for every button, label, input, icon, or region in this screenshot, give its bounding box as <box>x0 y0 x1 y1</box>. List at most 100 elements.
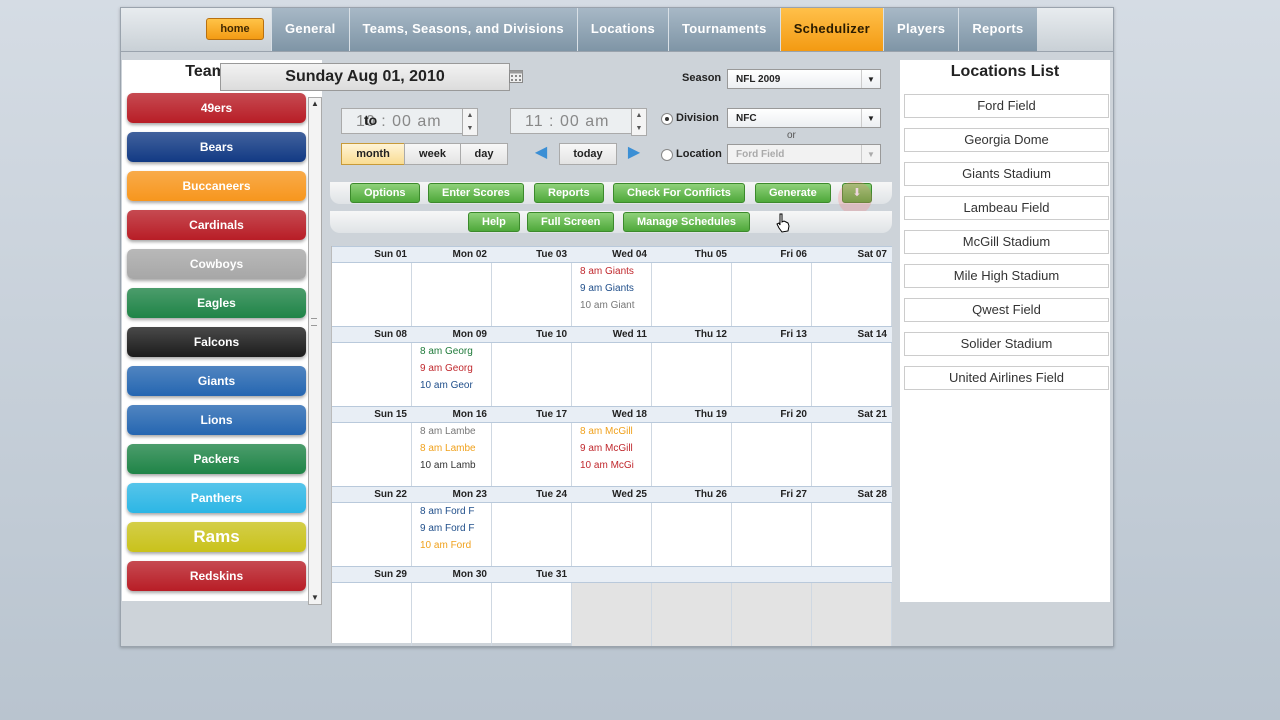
calendar-day-header[interactable]: Wed 04 <box>572 246 652 263</box>
team-rams-button[interactable]: Rams <box>127 522 306 552</box>
location-radio[interactable] <box>661 149 673 161</box>
calendar-day-cell[interactable] <box>412 583 492 646</box>
calendar-day-cell[interactable] <box>732 343 812 406</box>
scroll-down-icon[interactable]: ▼ <box>309 592 321 604</box>
season-select[interactable]: NFL 2009 ▼ <box>727 69 881 89</box>
calendar-day-cell[interactable] <box>732 583 812 646</box>
calendar-day-header[interactable]: Fri 13 <box>732 326 812 343</box>
calendar-day-header[interactable]: Sun 29 <box>332 566 412 583</box>
team-cowboys-button[interactable]: Cowboys <box>127 249 306 279</box>
location-item[interactable]: Lambeau Field <box>904 196 1109 220</box>
calendar-event[interactable]: 10 am Lamb <box>420 460 486 471</box>
calendar-event[interactable]: 9 am Ford F <box>420 523 486 534</box>
calendar-day-header[interactable]: Sat 14 <box>812 326 892 343</box>
tab-locations[interactable]: Locations <box>576 8 668 51</box>
end-time-spinner[interactable]: ▲ ▼ <box>631 108 647 136</box>
calendar-event[interactable]: 9 am Giants <box>580 283 646 294</box>
calendar-day-cell[interactable] <box>652 423 732 486</box>
team-bears-button[interactable]: Bears <box>127 132 306 162</box>
calendar-day-cell[interactable] <box>732 423 812 486</box>
calendar-day-cell[interactable] <box>652 343 732 406</box>
calendar-day-cell[interactable] <box>572 343 652 406</box>
team-buccaneers-button[interactable]: Buccaneers <box>127 171 306 201</box>
location-item[interactable]: Giants Stadium <box>904 162 1109 186</box>
end-time-field[interactable]: 11 : 00 am <box>510 108 636 134</box>
team-lions-button[interactable]: Lions <box>127 405 306 435</box>
prev-arrow-icon[interactable]: ◀ <box>533 145 549 161</box>
calendar-day-header[interactable]: Mon 30 <box>412 566 492 583</box>
team-giants-button[interactable]: Giants <box>127 366 306 396</box>
calendar-day-cell[interactable] <box>732 503 812 566</box>
team-falcons-button[interactable]: Falcons <box>127 327 306 357</box>
calendar-day-header[interactable]: Wed 25 <box>572 486 652 503</box>
team-list-scrollbar[interactable]: ▲ ▼ <box>308 97 322 605</box>
home-button[interactable]: home <box>206 18 264 40</box>
team-packers-button[interactable]: Packers <box>127 444 306 474</box>
calendar-event[interactable]: 8 am Lambe <box>420 426 486 437</box>
calendar-day-header[interactable]: Thu 12 <box>652 326 732 343</box>
calendar-day-header[interactable]: Wed 18 <box>572 406 652 423</box>
location-item[interactable]: United Airlines Field <box>904 366 1109 390</box>
calendar-day-header[interactable]: Thu 05 <box>652 246 732 263</box>
calendar-day-header[interactable]: Fri 20 <box>732 406 812 423</box>
calendar-event[interactable]: 8 am McGill <box>580 426 646 437</box>
calendar-day-header[interactable]: Fri 06 <box>732 246 812 263</box>
location-select[interactable]: Ford Field ▼ <box>727 144 881 164</box>
calendar-day-cell[interactable] <box>572 583 652 646</box>
calendar-day-header[interactable]: Tue 17 <box>492 406 572 423</box>
calendar-day-cell[interactable] <box>812 583 892 646</box>
tab-reports[interactable]: Reports <box>958 8 1037 51</box>
calendar-day-cell[interactable] <box>492 583 572 646</box>
calendar-day-cell[interactable] <box>732 263 812 326</box>
calendar-event[interactable]: 10 am Ford <box>420 540 486 551</box>
week-view-button[interactable]: week <box>404 143 461 165</box>
calendar-day-cell[interactable] <box>492 263 572 326</box>
calendar-day-cell[interactable] <box>812 503 892 566</box>
manage-schedules-button[interactable]: Manage Schedules <box>623 212 751 232</box>
day-view-button[interactable]: day <box>460 143 508 165</box>
calendar-day-header[interactable]: Mon 02 <box>412 246 492 263</box>
tab-schedulizer[interactable]: Schedulizer <box>779 8 883 51</box>
calendar-day-header[interactable]: Wed 11 <box>572 326 652 343</box>
calendar-event[interactable]: 8 am Lambe <box>420 443 486 454</box>
today-button[interactable]: today <box>559 143 617 165</box>
team-panthers-button[interactable]: Panthers <box>127 483 306 513</box>
calendar-day-header[interactable] <box>732 566 812 583</box>
calendar-day-header[interactable]: Fri 27 <box>732 486 812 503</box>
division-radio[interactable] <box>661 113 673 125</box>
month-view-button[interactable]: month <box>341 143 405 165</box>
location-item[interactable]: Qwest Field <box>904 298 1109 322</box>
enter-scores-button[interactable]: Enter Scores <box>428 183 524 203</box>
generate-button[interactable]: Generate <box>755 183 831 203</box>
calendar-event[interactable]: 8 am Ford F <box>420 506 486 517</box>
location-item[interactable]: Ford Field <box>904 94 1109 118</box>
calendar-day-cell[interactable] <box>652 263 732 326</box>
calendar-day-header[interactable]: Mon 23 <box>412 486 492 503</box>
calendar-day-cell[interactable] <box>492 503 572 566</box>
tab-players[interactable]: Players <box>882 8 959 51</box>
calendar-icon[interactable] <box>509 70 523 83</box>
calendar-day-cell[interactable] <box>492 343 572 406</box>
calendar-day-cell[interactable] <box>332 503 412 566</box>
calendar-day-cell[interactable] <box>812 423 892 486</box>
location-item[interactable]: McGill Stadium <box>904 230 1109 254</box>
calendar-day-cell[interactable] <box>652 503 732 566</box>
calendar-event[interactable]: 10 am Giant <box>580 300 646 311</box>
calendar-day-header[interactable]: Sat 28 <box>812 486 892 503</box>
tab-tournaments[interactable]: Tournaments <box>668 8 780 51</box>
full-screen-button[interactable]: Full Screen <box>527 212 615 232</box>
team-eagles-button[interactable]: Eagles <box>127 288 306 318</box>
calendar-day-cell[interactable] <box>572 503 652 566</box>
team-cardinals-button[interactable]: Cardinals <box>127 210 306 240</box>
calendar-day-header[interactable]: Tue 10 <box>492 326 572 343</box>
calendar-day-header[interactable]: Mon 09 <box>412 326 492 343</box>
location-item[interactable]: Georgia Dome <box>904 128 1109 152</box>
calendar-day-header[interactable]: Sat 07 <box>812 246 892 263</box>
calendar-day-header[interactable]: Tue 31 <box>492 566 572 583</box>
calendar-day-header[interactable]: Tue 24 <box>492 486 572 503</box>
calendar-day-cell[interactable] <box>492 423 572 486</box>
calendar-day-header[interactable] <box>812 566 892 583</box>
division-select[interactable]: NFC ▼ <box>727 108 881 128</box>
help-button[interactable]: Help <box>468 212 520 232</box>
team-redskins-button[interactable]: Redskins <box>127 561 306 591</box>
